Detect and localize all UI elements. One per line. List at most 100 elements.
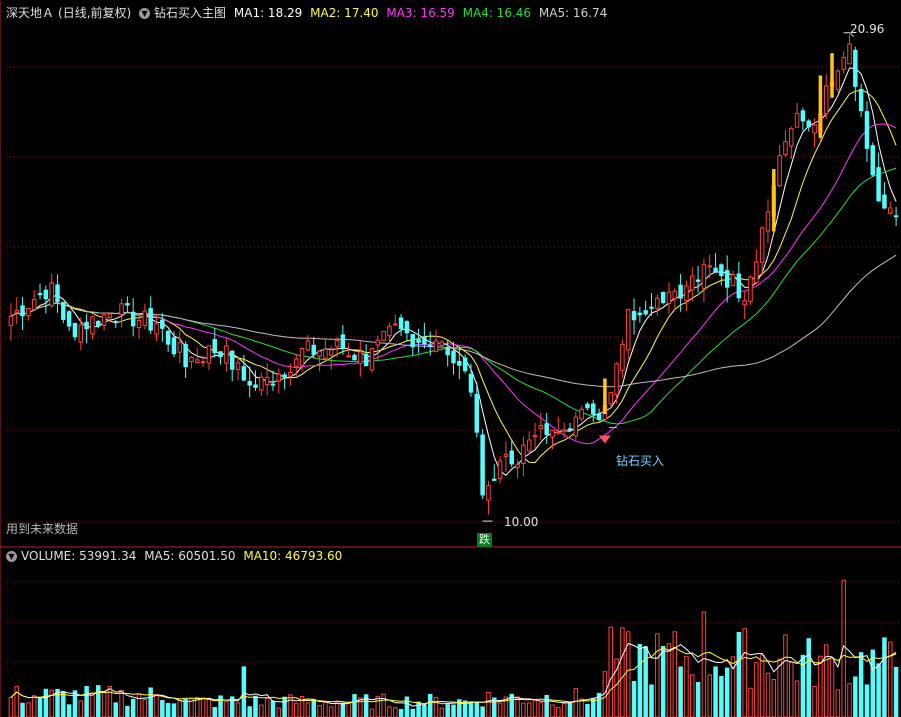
candle-body xyxy=(847,43,852,65)
candle-body xyxy=(381,331,386,341)
candle-body xyxy=(794,112,800,128)
volume-bar xyxy=(468,701,474,717)
volume-bar xyxy=(387,706,392,717)
candle-body xyxy=(288,372,293,377)
candle-body xyxy=(888,207,893,214)
candle-body xyxy=(113,321,118,324)
candle-body xyxy=(160,319,165,329)
candle-body xyxy=(387,325,392,337)
candle-body xyxy=(690,275,695,291)
volume-bar xyxy=(561,703,567,717)
candle-body xyxy=(31,299,37,310)
candle-body xyxy=(724,270,730,288)
candle-body xyxy=(655,297,660,309)
candle-body xyxy=(195,359,200,363)
candle-body xyxy=(206,345,212,364)
candle-body xyxy=(789,127,794,147)
candle-body xyxy=(311,344,316,355)
volume-bar xyxy=(171,703,177,717)
volume-bar xyxy=(486,692,491,717)
volume-bar xyxy=(608,626,613,717)
candle-body xyxy=(631,311,637,321)
candle-body xyxy=(707,265,712,268)
candle-body xyxy=(37,293,43,296)
volume-bar xyxy=(422,704,427,717)
candle-body xyxy=(66,311,72,327)
volume-bar xyxy=(224,701,229,717)
candle-body xyxy=(358,351,363,364)
candle-body xyxy=(754,261,759,283)
candle-body xyxy=(457,360,462,366)
candle-body xyxy=(882,194,887,209)
candle-body xyxy=(96,320,101,327)
candle-body xyxy=(864,111,870,149)
volume-bar xyxy=(433,697,439,717)
candle-body xyxy=(276,373,282,382)
volume-bar xyxy=(579,698,584,717)
candle-body xyxy=(375,339,381,346)
volume-bar xyxy=(416,701,421,717)
candle-body xyxy=(8,315,14,326)
volume-bar xyxy=(730,656,736,717)
candle-body xyxy=(474,393,480,433)
candle-body xyxy=(200,361,206,364)
candle-body xyxy=(90,316,95,335)
volume-bar xyxy=(637,644,643,717)
candle-body xyxy=(317,350,322,357)
candle-body xyxy=(270,383,276,386)
candle-body xyxy=(224,345,229,364)
stock-chart[interactable] xyxy=(0,0,901,717)
volume-bar xyxy=(241,666,247,717)
buy-signal-bar xyxy=(772,169,776,232)
volume-bar xyxy=(765,672,771,717)
volume-bar xyxy=(550,704,555,717)
volume-bar xyxy=(398,708,404,717)
volume-bar xyxy=(72,690,78,717)
candle-body xyxy=(43,289,49,300)
candle-body xyxy=(84,321,89,330)
chevron-down-icon[interactable]: ▼ xyxy=(6,551,17,562)
volume-bar xyxy=(328,706,334,717)
candle-body xyxy=(282,374,287,378)
candle-body xyxy=(218,351,223,358)
candle-body xyxy=(352,354,357,361)
candle-body xyxy=(433,340,439,353)
volume-bar xyxy=(631,680,637,717)
volume-bar xyxy=(148,687,153,717)
volume-bar xyxy=(515,696,520,717)
volume-bar xyxy=(538,702,544,717)
candle-body xyxy=(625,309,631,351)
chevron-down-icon[interactable]: ▼ xyxy=(139,8,151,19)
volume-bar xyxy=(789,661,794,717)
volume-bar xyxy=(311,699,316,717)
volume-bar xyxy=(84,685,89,717)
candle-body xyxy=(608,392,613,405)
candle-body xyxy=(550,429,555,438)
candle-body xyxy=(556,431,561,434)
volume-bar xyxy=(393,707,398,717)
candle-body xyxy=(870,145,876,176)
volume-bar xyxy=(480,706,485,717)
volume-ma10-value: MA10: 46793.60 xyxy=(243,549,343,563)
candle-body xyxy=(596,413,602,421)
volume-bar xyxy=(177,699,183,717)
volume-bar xyxy=(882,637,887,717)
volume-bar xyxy=(573,688,579,717)
ma1-line xyxy=(10,67,897,476)
ma2-line xyxy=(10,89,897,464)
candle-body xyxy=(78,324,84,343)
volume-bar xyxy=(771,678,777,717)
ma3-value: MA3: 16.59 xyxy=(386,6,455,20)
volume-bar xyxy=(748,687,753,717)
volume-bar xyxy=(439,707,445,717)
candle-body xyxy=(427,344,433,347)
main-panel-header: 深天地Ａ (日线,前复权) ▼ 钻石买入主图 MA1: 18.29 MA2: 17.… xyxy=(6,4,611,22)
low-price-label: 10.00 xyxy=(504,515,539,529)
volume-bar xyxy=(643,646,648,717)
candle-body xyxy=(544,423,549,435)
indicator-name[interactable]: 钻石买入主图 xyxy=(154,6,226,20)
candle-body xyxy=(340,334,346,350)
ma2-value: MA2: 17.40 xyxy=(310,6,379,20)
candle-body xyxy=(579,408,584,420)
candle-body xyxy=(643,310,648,315)
